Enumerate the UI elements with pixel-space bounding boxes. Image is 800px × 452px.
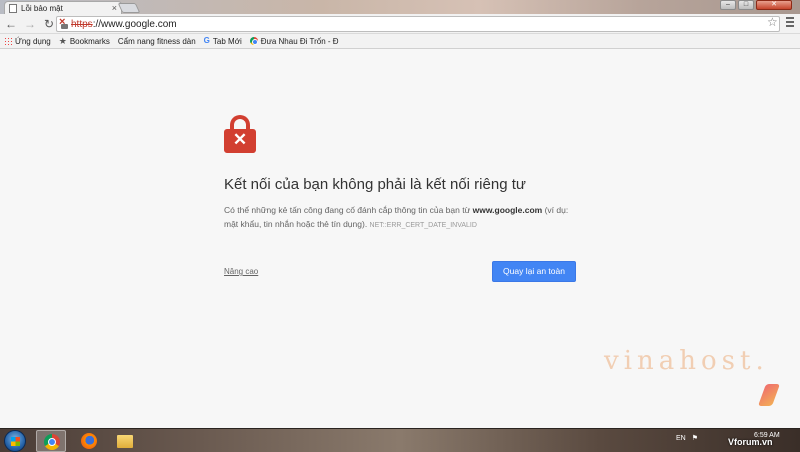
taskbar-explorer[interactable] xyxy=(110,430,140,452)
url-scheme: https xyxy=(71,18,93,30)
error-code[interactable]: NET::ERR_CERT_DATE_INVALID xyxy=(370,222,477,229)
reload-icon[interactable]: ↻ xyxy=(41,16,57,32)
bookmark-label: Tab Mới xyxy=(212,36,242,46)
star-icon: ★ xyxy=(58,36,67,46)
language-indicator[interactable]: EN xyxy=(676,435,686,442)
firefox-app-icon xyxy=(81,433,97,449)
desc-host: www.google.com xyxy=(472,205,543,215)
chrome-app-icon xyxy=(44,434,60,450)
watermark-v-icon xyxy=(762,384,784,406)
taskbar-firefox[interactable] xyxy=(74,430,104,452)
broken-lock-icon[interactable] xyxy=(59,16,69,29)
bookmark-star-icon[interactable]: ☆ xyxy=(767,15,778,29)
bookmark-label: Bookmarks xyxy=(69,36,110,46)
new-tab-button[interactable] xyxy=(117,3,141,13)
tab-close-icon[interactable]: × xyxy=(112,4,117,13)
taskbar-chrome[interactable] xyxy=(36,430,66,452)
error-description: Có thể những kẻ tấn công đang cố đánh cắ… xyxy=(224,203,574,233)
bookmark-label: Cẩm nang fitness dàn xyxy=(117,36,196,46)
desc-text: Có thể những kẻ tấn công đang cố đánh cắ… xyxy=(224,205,473,215)
page-favicon-icon xyxy=(9,4,17,13)
system-tray: EN ⚑ xyxy=(676,434,704,443)
start-button-icon[interactable] xyxy=(4,430,26,452)
apps-icon xyxy=(4,37,12,45)
bookmark-label: Đưa Nhau Đi Trốn - Đ xyxy=(260,36,339,46)
advanced-link[interactable]: Nâng cao xyxy=(224,267,258,276)
watermark-logo: vinahost. xyxy=(604,346,769,376)
chrome-icon xyxy=(249,37,258,45)
bookmark-fitness[interactable]: Cẩm nang fitness dàn xyxy=(0,36,196,92)
forward-arrow-icon[interactable]: → xyxy=(22,16,38,32)
bookmark-song[interactable]: Đưa Nhau Đi Trốn - Đ xyxy=(249,36,339,46)
address-bar[interactable]: https ://www.google.com xyxy=(56,16,780,32)
taskbar-clock[interactable]: 6:59 AM xyxy=(754,431,780,440)
bookmarks-bar: Ứng dụng ★ Bookmarks Cẩm nang fitness dà… xyxy=(0,34,800,92)
maximize-button[interactable]: □ xyxy=(738,0,754,10)
back-to-safety-button[interactable]: Quay lại an toàn xyxy=(492,261,576,282)
bookmark-apps[interactable]: Ứng dụng xyxy=(4,37,51,46)
bookmark-bookmarks[interactable]: ★ Bookmarks xyxy=(59,37,110,46)
title-bar: Lỗi bảo mật × – □ ✕ xyxy=(0,0,800,15)
back-arrow-icon[interactable]: ← xyxy=(3,16,19,32)
minimize-button[interactable]: – xyxy=(720,0,736,10)
flag-icon[interactable]: ⚑ xyxy=(692,434,698,442)
red-lock-icon: ✕ xyxy=(224,115,256,153)
clock-time: 6:59 AM xyxy=(754,432,780,439)
browser-tab[interactable]: Lỗi bảo mật × xyxy=(4,1,122,15)
bookmark-label: Ứng dụng xyxy=(15,36,51,46)
browser-toolbar: ← → ↻ https ://www.google.com ☆ xyxy=(0,14,800,34)
bookmark-new-tab[interactable]: G Tab Mới xyxy=(204,37,242,46)
chrome-menu-icon[interactable] xyxy=(786,16,794,28)
windows-taskbar: EN ⚑ Vforum.vn 6:59 AM xyxy=(0,428,800,452)
url-host: ://www.google.com xyxy=(92,18,177,30)
google-icon: G xyxy=(203,36,210,45)
tab-title: Lỗi bảo mật xyxy=(21,4,63,13)
folder-app-icon xyxy=(117,435,133,448)
page-title: Kết nối của bạn không phải là kết nối ri… xyxy=(224,176,526,193)
close-window-button[interactable]: ✕ xyxy=(756,0,792,10)
